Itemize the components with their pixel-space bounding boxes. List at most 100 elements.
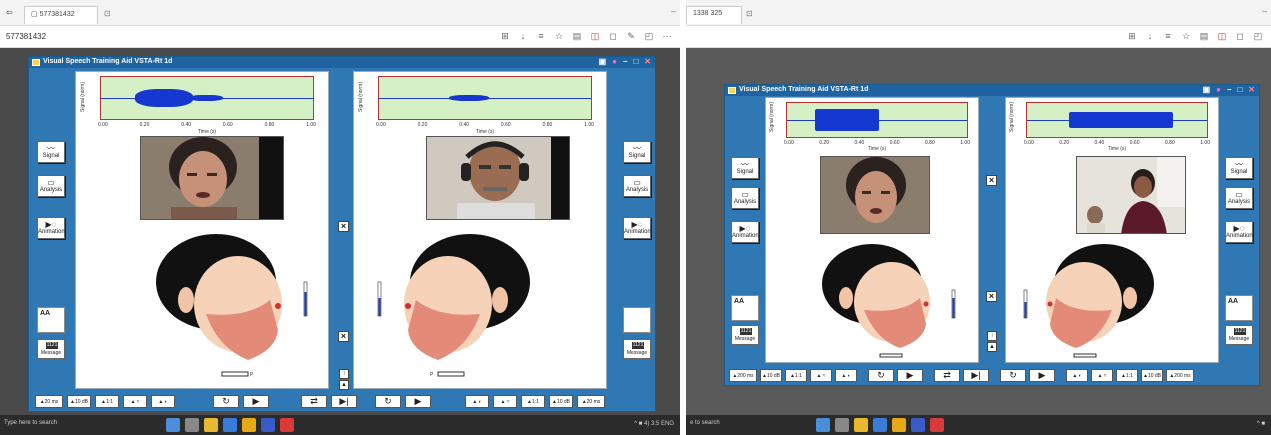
browser-tab[interactable]: 1338 325 [686,6,742,24]
replay-button-right[interactable]: ↻ [1000,369,1026,382]
screen-icon[interactable]: ◫ [1217,31,1227,42]
message-button-right[interactable]: 1121 Message [623,339,651,359]
app-minimize-icon[interactable]: – [1227,85,1231,94]
zoom-control-right[interactable]: ▲ 1:1 [521,395,545,408]
eject-button[interactable]: ▲ [339,380,349,390]
app-maximize-icon[interactable]: □ [1237,85,1242,94]
tabs-icon[interactable]: ◰ [644,31,654,42]
taskbar-search[interactable]: Type here to search [4,420,57,426]
animation-button[interactable]: ▶◌ Animation [37,217,65,239]
up-button[interactable]: ↑ [339,369,349,379]
reading-view-icon[interactable]: ⊞ [500,31,510,42]
signal-button[interactable]: 〰 Signal [731,157,759,179]
collections-icon[interactable]: ▤ [572,31,582,42]
favorite-icon[interactable]: ☆ [1181,31,1191,42]
analysis-button-right[interactable]: ▭ Analysis [623,175,651,197]
menu-icon[interactable]: ⋯ [662,31,672,42]
play-button-right[interactable]: ▶ [1029,369,1055,382]
time-scale-control-right[interactable]: ▲ 20 ms [577,395,605,408]
replay-button[interactable]: ↻ [213,395,239,408]
animation-button-right[interactable]: ▶◌ Animation [623,217,651,239]
message-button-right[interactable]: 1121 Message [1225,325,1253,345]
word-icon[interactable] [911,418,925,432]
chrome-icon[interactable] [242,418,256,432]
app-close-icon[interactable]: ✕ [1248,85,1255,94]
compare-button[interactable]: ⇄ [934,369,960,382]
color-control[interactable]: ▲ ◐ [835,369,857,382]
download-icon[interactable]: ↓ [518,31,528,42]
gain-control-right[interactable]: ▲ 10 dB [1141,369,1163,382]
app-close-icon[interactable]: ✕ [644,57,651,66]
taskbar-search[interactable]: e to search [690,420,720,426]
close-animation-button[interactable]: × [338,221,349,232]
notes-icon[interactable]: ✎ [626,31,636,42]
eject-button[interactable]: ▲ [987,342,997,352]
share-icon[interactable]: ◻ [608,31,618,42]
color-control[interactable]: ▲ ◐ [151,395,175,408]
close-animation-button[interactable]: × [986,175,997,186]
share-icon[interactable]: ◻ [1235,31,1245,42]
reading-view-icon[interactable]: ⊞ [1127,31,1137,42]
app-taskbar-icon[interactable] [280,418,294,432]
edge-icon[interactable] [873,418,887,432]
tabs-icon[interactable]: ◰ [1253,31,1263,42]
gain-control-right[interactable]: ▲ 10 dB [549,395,573,408]
settings-icon[interactable] [185,418,199,432]
analysis-button[interactable]: ▭ Analysis [37,175,65,197]
message-button[interactable]: 1121 Message [731,325,759,345]
analysis-button-right[interactable]: ▭ Analysis [1225,187,1253,209]
layout-icon[interactable]: ▣ [1203,85,1211,94]
new-tab-icon[interactable]: ⊡ [746,9,753,18]
aa-box-right[interactable] [623,307,651,333]
layout-icon[interactable]: ▣ [599,57,607,66]
download-icon[interactable]: ↓ [1145,31,1155,42]
animation-speed-control-right[interactable]: ▲ ≈ [493,395,517,408]
browser-back-icon[interactable]: ⇦ [6,8,13,17]
signal-button[interactable]: 〰 Signal [37,141,65,163]
gain-control[interactable]: ▲ 10 dB [67,395,91,408]
analysis-button[interactable]: ▭ Analysis [731,187,759,209]
time-scale-control[interactable]: ▲ 200 ms [729,369,757,382]
app-maximize-icon[interactable]: □ [633,57,638,66]
aa-box[interactable]: AA [731,295,759,321]
animation-button-right[interactable]: ▶◌ Animation [1225,221,1253,243]
folder-icon[interactable] [204,418,218,432]
app-minimize-icon[interactable]: – [623,57,627,66]
time-scale-control[interactable]: ▲ 20 ms [35,395,63,408]
step-button[interactable]: ▶| [331,395,357,408]
new-tab-icon[interactable]: ⊡ [104,9,111,18]
collections-icon[interactable]: ▤ [1199,31,1209,42]
gain-control[interactable]: ▲ 10 dB [760,369,782,382]
word-icon[interactable] [261,418,275,432]
zoom-control[interactable]: ▲ 1:1 [95,395,119,408]
zoom-control-right[interactable]: ▲ 1:1 [1116,369,1138,382]
close-message-button[interactable]: × [986,291,997,302]
animation-button[interactable]: ▶◌ Animation [731,221,759,243]
play-button[interactable]: ▶ [897,369,923,382]
color-control-right[interactable]: ▲ ◐ [1066,369,1088,382]
file-explorer-icon[interactable] [816,418,830,432]
app-taskbar-icon[interactable] [930,418,944,432]
step-button[interactable]: ▶| [963,369,989,382]
close-message-button[interactable]: × [338,331,349,342]
animation-speed-control[interactable]: ▲ ≈ [123,395,147,408]
color-icon[interactable]: ● [1216,85,1221,94]
play-button-right[interactable]: ▶ [405,395,431,408]
play-button[interactable]: ▶ [243,395,269,408]
replay-button-right[interactable]: ↻ [375,395,401,408]
replay-button[interactable]: ↻ [868,369,894,382]
minimize-icon[interactable]: – [1262,6,1267,16]
address-bar[interactable]: ⊞ ↓ ≡ ☆ ▤ ◫ ◻ ◰ [686,26,1271,48]
color-icon[interactable]: ● [612,57,617,66]
settings-icon[interactable] [835,418,849,432]
browser-tab[interactable]: ▢ 577381432 [24,6,98,24]
edge-icon[interactable] [223,418,237,432]
aa-box-right[interactable]: AA [1225,295,1253,321]
ruler-icon[interactable]: ≡ [536,31,546,42]
animation-speed-control-right[interactable]: ▲ ≈ [1091,369,1113,382]
favorite-icon[interactable]: ☆ [554,31,564,42]
folder-icon[interactable] [854,418,868,432]
animation-speed-control[interactable]: ▲ ≈ [810,369,832,382]
ruler-icon[interactable]: ≡ [1163,31,1173,42]
signal-button-right[interactable]: 〰 Signal [623,141,651,163]
